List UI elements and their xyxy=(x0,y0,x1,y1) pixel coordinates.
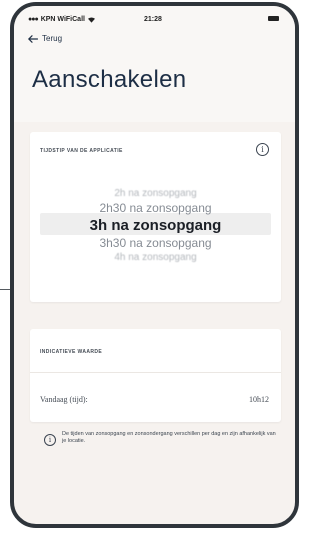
info-icon[interactable]: i xyxy=(256,143,269,156)
indicative-card-label: INDICATIEVE WAARDE xyxy=(40,349,103,355)
today-time-label: Vandaag (tijd): xyxy=(40,395,88,404)
page-header: Terug Aanschakelen xyxy=(14,30,295,122)
battery-icon xyxy=(268,16,279,21)
arrow-left-icon xyxy=(28,34,38,43)
carrier-name: KPN WiFiCall xyxy=(40,16,85,23)
picker-option[interactable]: 2h30 na zonsopgang xyxy=(30,201,281,215)
status-carrier-group: ●●● KPN WiFiCall xyxy=(28,16,95,23)
time-picker[interactable]: 2h na zonsopgang 2h30 na zonsopgang 3h n… xyxy=(30,184,281,274)
divider xyxy=(30,372,281,373)
page-title: Aanschakelen xyxy=(32,66,187,93)
signal-icon: ●●● xyxy=(28,16,39,23)
picker-option[interactable]: 3h30 na zonsopgang xyxy=(30,236,281,250)
info-note-text: De tijden van zonsopgang en zonsondergan… xyxy=(62,431,276,444)
picker-option[interactable]: 4h na zonsopgang xyxy=(30,252,281,263)
info-icon: i xyxy=(44,434,56,446)
time-card-label: TIJDSTIP VAN DE APPLICATIE xyxy=(40,148,123,154)
today-time-value: 10h12 xyxy=(249,395,269,404)
time-card: TIJDSTIP VAN DE APPLICATIE i 2h na zonso… xyxy=(30,132,281,302)
back-label: Terug xyxy=(42,34,63,43)
status-bar: ●●● KPN WiFiCall 21:28 xyxy=(14,6,295,30)
wifi-icon xyxy=(87,16,95,23)
picker-option[interactable]: 2h na zonsopgang xyxy=(30,188,281,199)
status-time: 21:28 xyxy=(144,16,162,23)
picker-option-selected[interactable]: 3h na zonsopgang xyxy=(30,217,281,234)
phone-frame: ●●● KPN WiFiCall 21:28 Terug Aanschakele… xyxy=(10,2,299,528)
indicative-card: INDICATIEVE WAARDE Vandaag (tijd): 10h12 xyxy=(30,329,281,422)
back-button[interactable]: Terug xyxy=(28,34,62,43)
